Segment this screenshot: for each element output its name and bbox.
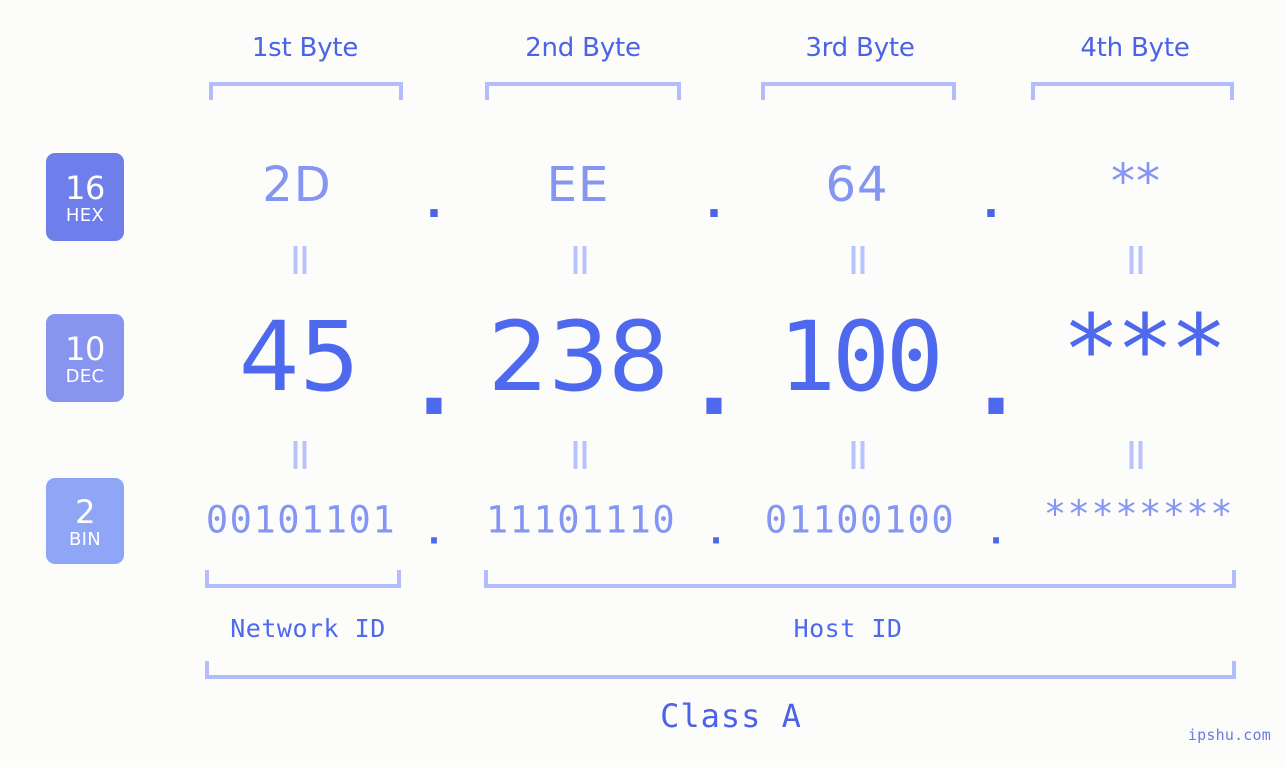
equals-marker-hex-dec-1	[293, 246, 307, 274]
hex-separator-2: .	[706, 178, 722, 227]
host-id-label: Host ID	[793, 614, 903, 643]
dec-separator-1: .	[417, 335, 451, 435]
hex-separator-3: .	[983, 178, 999, 227]
byte-header-2: 2nd Byte	[525, 33, 641, 63]
radix-badge-hex-number: 16	[65, 168, 105, 207]
dec-byte-2: 238	[487, 301, 669, 413]
radix-badge-bin-number: 2	[75, 492, 95, 531]
byte-header-3: 3rd Byte	[805, 33, 915, 63]
bin-byte-3: 01100100	[764, 498, 956, 542]
hex-separator-1: .	[426, 178, 442, 227]
byte-header-1: 1st Byte	[251, 33, 359, 63]
bin-byte-1: 00101101	[205, 498, 397, 542]
dec-separator-3: .	[979, 335, 1013, 435]
dec-byte-1: 45	[238, 301, 360, 413]
equals-marker-dec-bin-3	[851, 441, 865, 469]
byte-bracket-4	[1031, 82, 1234, 100]
bin-byte-4: ********	[1043, 492, 1235, 536]
equals-marker-hex-dec-3	[851, 246, 865, 274]
network-id-label: Network ID	[230, 614, 386, 643]
bin-byte-2: 11101110	[485, 498, 677, 542]
equals-marker-hex-dec-4	[1129, 246, 1143, 274]
byte-header-4: 4th Byte	[1080, 33, 1190, 63]
radix-badge-dec-number: 10	[65, 329, 105, 368]
dec-separator-2: .	[697, 335, 731, 435]
radix-badge-bin: 2 BIN	[46, 478, 124, 564]
radix-badge-hex-name: HEX	[65, 204, 105, 226]
equals-marker-dec-bin-4	[1129, 441, 1143, 469]
hex-byte-1: 2D	[262, 157, 332, 213]
site-watermark: ipshu.com	[1187, 726, 1271, 744]
host-id-bracket	[484, 570, 1236, 588]
hex-byte-2: EE	[546, 157, 610, 213]
radix-badge-dec-name: DEC	[65, 365, 105, 387]
byte-bracket-1	[209, 82, 403, 100]
class-label: Class A	[660, 697, 802, 735]
equals-marker-hex-dec-2	[573, 246, 587, 274]
hex-byte-3: 64	[825, 157, 889, 213]
class-bracket	[205, 661, 1236, 679]
network-id-bracket	[205, 570, 401, 588]
bin-separator-2: .	[709, 512, 723, 552]
radix-badge-bin-name: BIN	[68, 528, 102, 550]
radix-badge-dec: 10 DEC	[46, 314, 124, 402]
byte-bracket-2	[485, 82, 681, 100]
dec-byte-3: 100	[778, 301, 943, 413]
ip-byte-breakdown-figure: 1st Byte 2nd Byte 3rd Byte 4th Byte 16 H…	[0, 0, 1285, 767]
byte-bracket-3	[761, 82, 956, 100]
radix-badge-hex: 16 HEX	[46, 153, 124, 241]
bin-separator-1: .	[427, 512, 441, 552]
equals-marker-dec-bin-2	[573, 441, 587, 469]
hex-byte-4: **	[1111, 154, 1161, 210]
dec-byte-4: ***	[1062, 294, 1227, 406]
bin-separator-3: .	[989, 512, 1003, 552]
equals-marker-dec-bin-1	[293, 441, 307, 469]
